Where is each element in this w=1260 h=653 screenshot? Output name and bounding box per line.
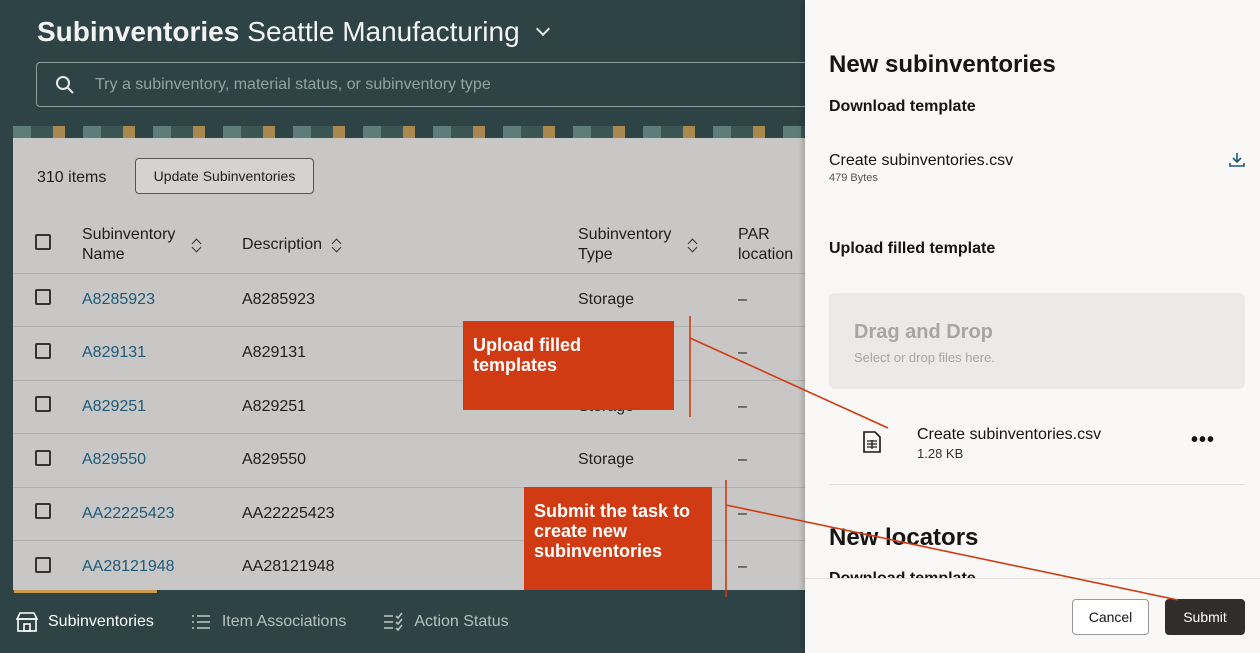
drop-zone-subtitle: Select or drop files here. [854,350,995,365]
drop-zone-title: Drag and Drop [854,321,993,343]
template-file: Create subinventories.csv 479 Bytes [829,152,1013,184]
locators-download-heading: Download template [829,570,976,578]
row-checkbox[interactable] [35,449,51,466]
column-header-description[interactable]: Description [242,218,578,273]
search-input[interactable] [95,75,695,94]
subinventory-link[interactable]: A829251 [82,398,146,415]
uploaded-file-size: 1.28 KB [917,446,964,461]
column-header-label: Subinventory Name [82,226,176,264]
list-icon [191,614,210,629]
more-actions-icon[interactable]: ••• [1191,429,1215,452]
drawer-title: New subinventories [829,51,1056,78]
organization-name: Seattle Manufacturing [247,16,520,47]
sort-icon[interactable] [192,238,202,252]
row-select-cell [13,273,82,327]
nav-tab-item-associations[interactable]: Item Associations [190,590,347,653]
type-cell: Storage [578,290,635,308]
callout-upload: Upload filled templates [463,321,674,410]
column-header-name[interactable]: Subinventory Name [82,218,242,273]
table-row[interactable]: A8285923 A8285923 Storage – [13,273,805,327]
type-cell: Storage [578,451,635,469]
item-count: 310 items [37,169,107,186]
store-icon [16,611,38,632]
new-subinventories-drawer: New subinventories Download template Cre… [805,0,1260,653]
select-all-checkbox[interactable] [35,234,51,251]
column-header-par: PAR location [738,218,805,273]
page-title[interactable]: Subinventories Seattle Manufacturing [37,16,550,48]
table-row[interactable]: A829131 A829131– [13,327,805,381]
column-header-label: Description [242,236,323,254]
nav-tab-label: Item Associations [221,612,347,630]
subinventory-link[interactable]: AA22225423 [82,505,175,522]
drawer-footer: Cancel Submit [805,578,1260,653]
results-toolbar: 310 items Update Subinventories [13,138,805,218]
subinventory-link[interactable]: A829131 [82,344,146,361]
page-header: Subinventories Seattle Manufacturing [0,0,805,126]
bottom-navigation: Subinventories Item Associations Action … [0,590,805,653]
par-cell: – [738,451,747,469]
cancel-button[interactable]: Cancel [1072,599,1149,635]
row-select-cell [13,380,82,434]
row-checkbox[interactable] [35,342,51,359]
par-cell: – [738,558,747,576]
page-title-main: Subinventories [37,16,240,47]
file-drop-zone[interactable]: Drag and Drop Select or drop files here. [829,293,1245,389]
search-bar[interactable] [36,62,805,107]
search-icon [56,75,74,94]
template-file-name: Create subinventories.csv [829,152,1014,169]
row-select-cell [13,487,82,541]
row-checkbox[interactable] [35,503,51,520]
chevron-down-icon[interactable] [535,21,550,37]
uploaded-file-item: Create subinventories.csv 1.28 KB ••• [829,413,1245,485]
par-cell: – [738,504,747,522]
nav-tab-label: Subinventories [48,612,154,630]
uploaded-file-name: Create subinventories.csv [917,426,1102,443]
spreadsheet-file-icon [863,431,881,453]
subinventory-name-cell: A8285923 [82,273,242,327]
row-checkbox[interactable] [35,556,51,573]
subinventory-name-cell: A829251 [82,380,242,434]
nav-tab-action-status[interactable]: Action Status [382,590,509,653]
column-header-type[interactable]: Subinventory Type [578,218,738,273]
description-cell: A829550 [242,451,307,469]
checklist-icon [384,612,403,631]
nav-tab-label: Action Status [414,612,509,630]
download-icon[interactable] [1229,152,1245,168]
par-cell: – [738,290,747,308]
column-header-label: PAR location [738,226,794,264]
select-all-cell [13,218,82,273]
nav-tab-subinventories[interactable]: Subinventories [14,590,157,653]
template-file-size: 479 Bytes [829,172,878,184]
upload-template-heading: Upload filled template [829,240,996,257]
subinventory-name-cell: AA22225423 [82,487,242,541]
update-subinventories-button[interactable]: Update Subinventories [135,158,314,194]
subinventory-link[interactable]: A8285923 [82,291,155,308]
download-template-heading: Download template [829,98,976,115]
table-header-row: Subinventory Name Description Subinvento… [13,218,805,273]
row-checkbox[interactable] [35,289,51,306]
table-row[interactable]: A829251A829251Storage– [13,380,805,434]
subinventory-name-cell: AA28121948 [82,541,242,595]
subinventory-link[interactable]: AA28121948 [82,558,175,575]
table-row[interactable]: A829550 A829550 Storage – [13,434,805,488]
row-select-cell [13,541,82,595]
row-select-cell [13,434,82,488]
subinventory-name-cell: A829550 [82,434,242,488]
subinventory-link[interactable]: A829550 [82,451,146,468]
sort-icon[interactable] [332,238,342,252]
description-cell: A8285923 [242,290,315,308]
sort-icon[interactable] [688,238,698,252]
callout-submit: Submit the task to create new subinvento… [524,487,712,590]
row-checkbox[interactable] [35,396,51,413]
submit-button[interactable]: Submit [1165,599,1245,635]
subinventory-name-cell: A829131 [82,327,242,381]
par-cell: – [738,344,747,362]
locators-section-title: New locators [829,524,979,551]
par-cell: – [738,397,747,415]
column-header-label: Subinventory Type [578,226,672,264]
row-select-cell [13,327,82,381]
